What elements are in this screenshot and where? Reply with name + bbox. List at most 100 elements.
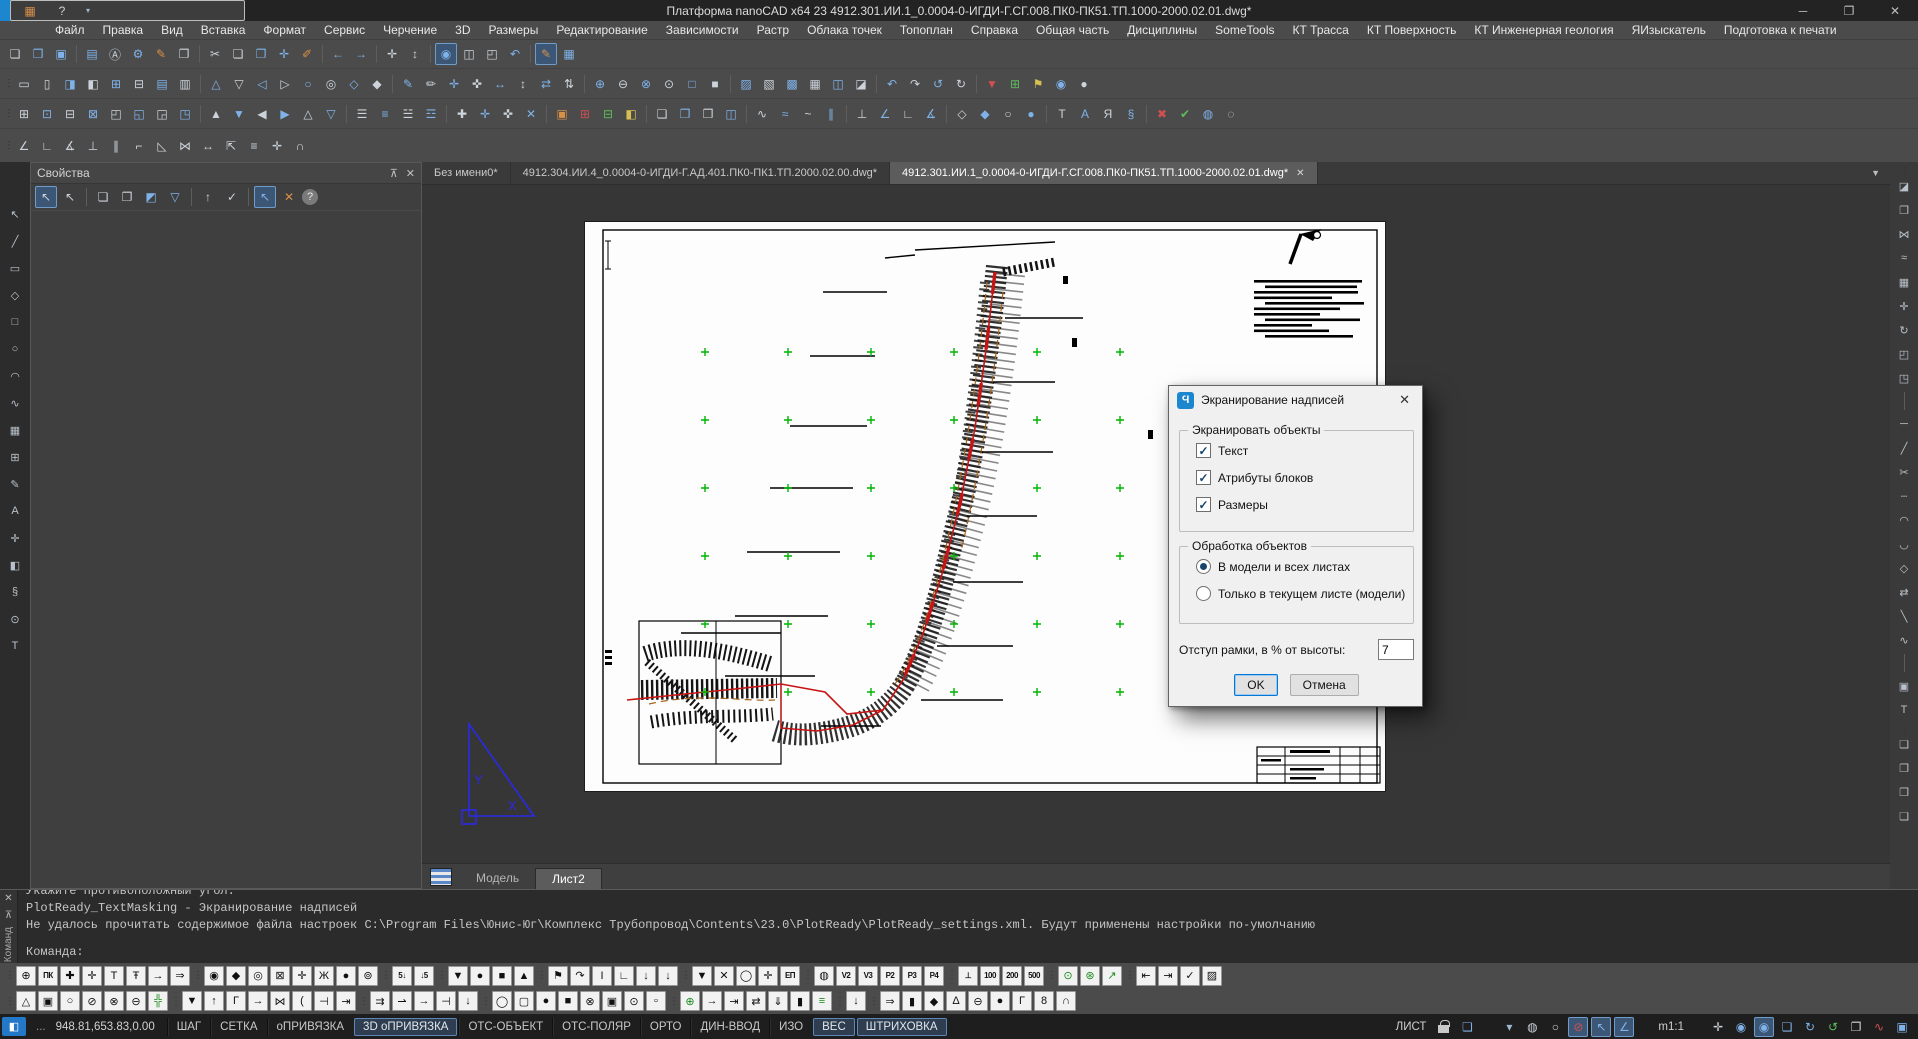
- toolbar-button[interactable]: ✏: [420, 73, 442, 95]
- toolbar-button[interactable]: ∟: [897, 103, 919, 125]
- toolbar-button[interactable]: 200: [1002, 966, 1022, 986]
- dialog-close-icon[interactable]: ✕: [1395, 392, 1414, 408]
- dialog-title-bar[interactable]: Ϥ Экранирование надписей ✕: [1169, 386, 1422, 414]
- toolbar-button[interactable]: ◲: [151, 103, 173, 125]
- toolbar-button[interactable]: Ŧ: [126, 966, 146, 986]
- toolbar-button[interactable]: §: [1120, 103, 1142, 125]
- menu-item-Сервис[interactable]: Сервис: [315, 21, 374, 40]
- status-toggle-ДИН-ВВОД[interactable]: ДИН-ВВОД: [690, 1018, 769, 1036]
- toolbar-button[interactable]: ❐: [1894, 200, 1914, 220]
- toolbar-button[interactable]: ⊘: [82, 991, 102, 1011]
- toolbar-button[interactable]: ↻: [1894, 320, 1914, 340]
- toolbar-button[interactable]: ▣: [1894, 676, 1914, 696]
- menu-item-Растр[interactable]: Растр: [748, 21, 798, 40]
- toolbar-button[interactable]: ❐: [173, 43, 195, 65]
- toolbar-button[interactable]: ◪: [1894, 176, 1914, 196]
- toolbar-button[interactable]: ∥: [105, 135, 127, 157]
- toolbar-button[interactable]: ◰: [105, 103, 127, 125]
- toolbar-button[interactable]: ⇤: [1136, 966, 1156, 986]
- toolbar-handle[interactable]: ⋮: [4, 108, 12, 119]
- toolbar-button[interactable]: ◆: [226, 966, 246, 986]
- toolbar-button[interactable]: ⊗: [635, 73, 657, 95]
- radio-row[interactable]: В модели и всех листах: [1196, 559, 1413, 574]
- toolbar-button[interactable]: ◆: [974, 103, 996, 125]
- toolbar-button[interactable]: ❐: [674, 103, 696, 125]
- toolbar-button[interactable]: △: [205, 73, 227, 95]
- toolbar-button[interactable]: 5↓: [392, 966, 412, 986]
- toolbar-button[interactable]: ↖: [1591, 1017, 1611, 1037]
- toolbar-button[interactable]: Γ: [226, 991, 246, 1011]
- toolbar-button[interactable]: ◫: [827, 73, 849, 95]
- toolbar-button[interactable]: →: [350, 43, 372, 65]
- toolbar-button[interactable]: ∿: [1894, 630, 1914, 650]
- toolbar-button[interactable]: ↕: [512, 73, 534, 95]
- toolbar-button[interactable]: ▭: [13, 73, 35, 95]
- status-overflow-handle[interactable]: ...: [30, 1021, 52, 1033]
- toolbar-button[interactable]: ❏: [1894, 734, 1914, 754]
- toolbar-button[interactable]: ⊞: [5, 447, 25, 467]
- close-icon[interactable]: ✕: [4, 893, 12, 904]
- toolbar-button[interactable]: ▽: [164, 186, 186, 208]
- toolbar-button[interactable]: ▦: [804, 73, 826, 95]
- toolbar-button[interactable]: ◎: [320, 73, 342, 95]
- toolbar-button[interactable]: ⇥: [1158, 966, 1178, 986]
- toolbar-button[interactable]: ⇒: [170, 966, 190, 986]
- toolbar-button[interactable]: ⊞: [105, 73, 127, 95]
- status-toggle-ВЕС[interactable]: ВЕС: [813, 1018, 855, 1036]
- toolbar-button[interactable]: ⇀: [392, 991, 412, 1011]
- menu-item-Вид[interactable]: Вид: [152, 21, 192, 40]
- toolbar-button[interactable]: ⇥: [724, 991, 744, 1011]
- toolbar-handle[interactable]: ⋮: [358, 996, 368, 1007]
- checkbox-row[interactable]: ✓Размеры: [1196, 497, 1413, 512]
- toolbar-button[interactable]: ●: [336, 966, 356, 986]
- toolbar-button[interactable]: ❏: [1894, 806, 1914, 826]
- menu-item-SomeTools[interactable]: SomeTools: [1206, 21, 1283, 40]
- toolbar-button[interactable]: ▼: [448, 966, 468, 986]
- tab-list-dropdown-icon[interactable]: ▼: [1861, 162, 1890, 184]
- menu-item-Топоплан[interactable]: Топоплан: [891, 21, 962, 40]
- notification-icon[interactable]: ◧: [2, 1017, 26, 1036]
- menu-item-КТ Поверхность[interactable]: КТ Поверхность: [1358, 21, 1465, 40]
- toolbar-button[interactable]: ⊟: [59, 103, 81, 125]
- toolbar-button[interactable]: ✂: [1894, 462, 1914, 482]
- toolbar-button[interactable]: ⊟: [128, 73, 150, 95]
- toolbar-button[interactable]: ▾: [1499, 1017, 1519, 1037]
- toolbar-button[interactable]: ⋈: [174, 135, 196, 157]
- toolbar-button[interactable]: →: [414, 991, 434, 1011]
- radio-icon[interactable]: [1196, 586, 1211, 601]
- toolbar-button[interactable]: ←: [327, 43, 349, 65]
- close-icon[interactable]: ✕: [406, 167, 415, 180]
- toolbar-button[interactable]: Δ: [946, 991, 966, 1011]
- toolbar-button[interactable]: ○: [997, 103, 1019, 125]
- minimize-button[interactable]: ─: [1780, 0, 1826, 21]
- toolbar-button[interactable]: ✎: [150, 43, 172, 65]
- toolbar-button[interactable]: I: [592, 966, 612, 986]
- toolbar-button[interactable]: ⇓: [768, 991, 788, 1011]
- toolbar-button[interactable]: Я: [1097, 103, 1119, 125]
- toolbar-button[interactable]: ▯: [36, 73, 58, 95]
- toolbar-button[interactable]: ◀: [251, 103, 273, 125]
- status-toggle-ОТС-ОБЪЕКТ[interactable]: ОТС-ОБЪЕКТ: [458, 1018, 552, 1036]
- toolbar-button[interactable]: ❐: [116, 186, 138, 208]
- toolbar-button[interactable]: ▨: [735, 73, 757, 95]
- workspace-layout-icon[interactable]: ▦: [19, 0, 41, 22]
- toolbar-handle[interactable]: ⋮: [4, 970, 14, 981]
- status-toggle-ШАГ[interactable]: ШАГ: [167, 1018, 210, 1036]
- toolbar-button[interactable]: ✚: [451, 103, 473, 125]
- toolbar-button[interactable]: ▢: [514, 991, 534, 1011]
- toolbar-button[interactable]: ❐: [1894, 758, 1914, 778]
- toolbar-handle[interactable]: ⋮: [4, 78, 12, 89]
- close-button[interactable]: ✕: [1872, 0, 1918, 21]
- toolbar-button[interactable]: ∩: [289, 135, 311, 157]
- toolbar-button[interactable]: ✕: [278, 186, 300, 208]
- toolbar-button[interactable]: ≡: [812, 991, 832, 1011]
- toolbar-button[interactable]: ▣: [602, 991, 622, 1011]
- toolbar-button[interactable]: ◁: [251, 73, 273, 95]
- layout-tab-Модель[interactable]: Модель: [460, 868, 535, 889]
- toolbar-button[interactable]: △: [297, 103, 319, 125]
- toolbar-button[interactable]: ⊥: [851, 103, 873, 125]
- toolbar-button[interactable]: ▧: [758, 73, 780, 95]
- toolbar-button[interactable]: ▼: [182, 991, 202, 1011]
- sheet-mode-label[interactable]: ЛИСТ: [1392, 1021, 1431, 1033]
- toolbar-button[interactable]: ∠: [874, 103, 896, 125]
